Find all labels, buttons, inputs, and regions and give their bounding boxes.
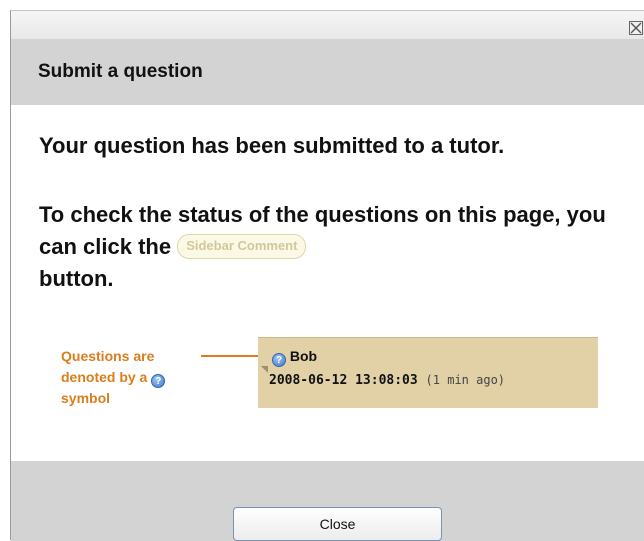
- dialog-content: Your question has been submitted to a tu…: [11, 105, 644, 461]
- close-icon[interactable]: [629, 21, 643, 35]
- comment-timestamp: 2008-06-12 13:08:03: [269, 373, 418, 388]
- instruction-after: button.: [39, 266, 114, 291]
- dialog-top-bar: [11, 11, 644, 39]
- instruction-text: To check the status of the questions on …: [39, 199, 609, 295]
- comment-corner-marker: [261, 366, 268, 373]
- submit-question-dialog: Submit a question Your question has been…: [10, 10, 644, 541]
- question-annotation: Questions are denoted by a ? symbol: [61, 346, 211, 409]
- annotation-line-2: denoted by a ?: [61, 367, 211, 388]
- dialog-title: Submit a question: [38, 61, 203, 82]
- question-mark-icon: ?: [151, 374, 166, 388]
- annotation-line-1: Questions are: [61, 348, 155, 364]
- sample-comment: ? Bob 2008-06-12 13:08:03 (1 min ago): [258, 337, 598, 408]
- comment-relative-time: (1 min ago): [425, 373, 506, 387]
- close-button[interactable]: Close: [233, 507, 442, 541]
- dialog-footer: Close: [11, 461, 644, 541]
- question-mark-icon: ?: [272, 353, 286, 367]
- annotation-line-2-text: denoted by a: [61, 369, 148, 385]
- dialog-title-bar: Submit a question: [11, 39, 644, 105]
- annotation-line-3: symbol: [61, 390, 111, 406]
- submitted-message: Your question has been submitted to a tu…: [39, 133, 505, 158]
- instruction-before: To check the status of the questions on …: [39, 202, 606, 259]
- comment-author-row: ? Bob: [272, 348, 317, 367]
- comment-author: Bob: [289, 348, 318, 364]
- sidebar-comment-button: Sidebar Comment: [177, 233, 307, 259]
- comment-time-row: 2008-06-12 13:08:03 (1 min ago): [269, 373, 505, 388]
